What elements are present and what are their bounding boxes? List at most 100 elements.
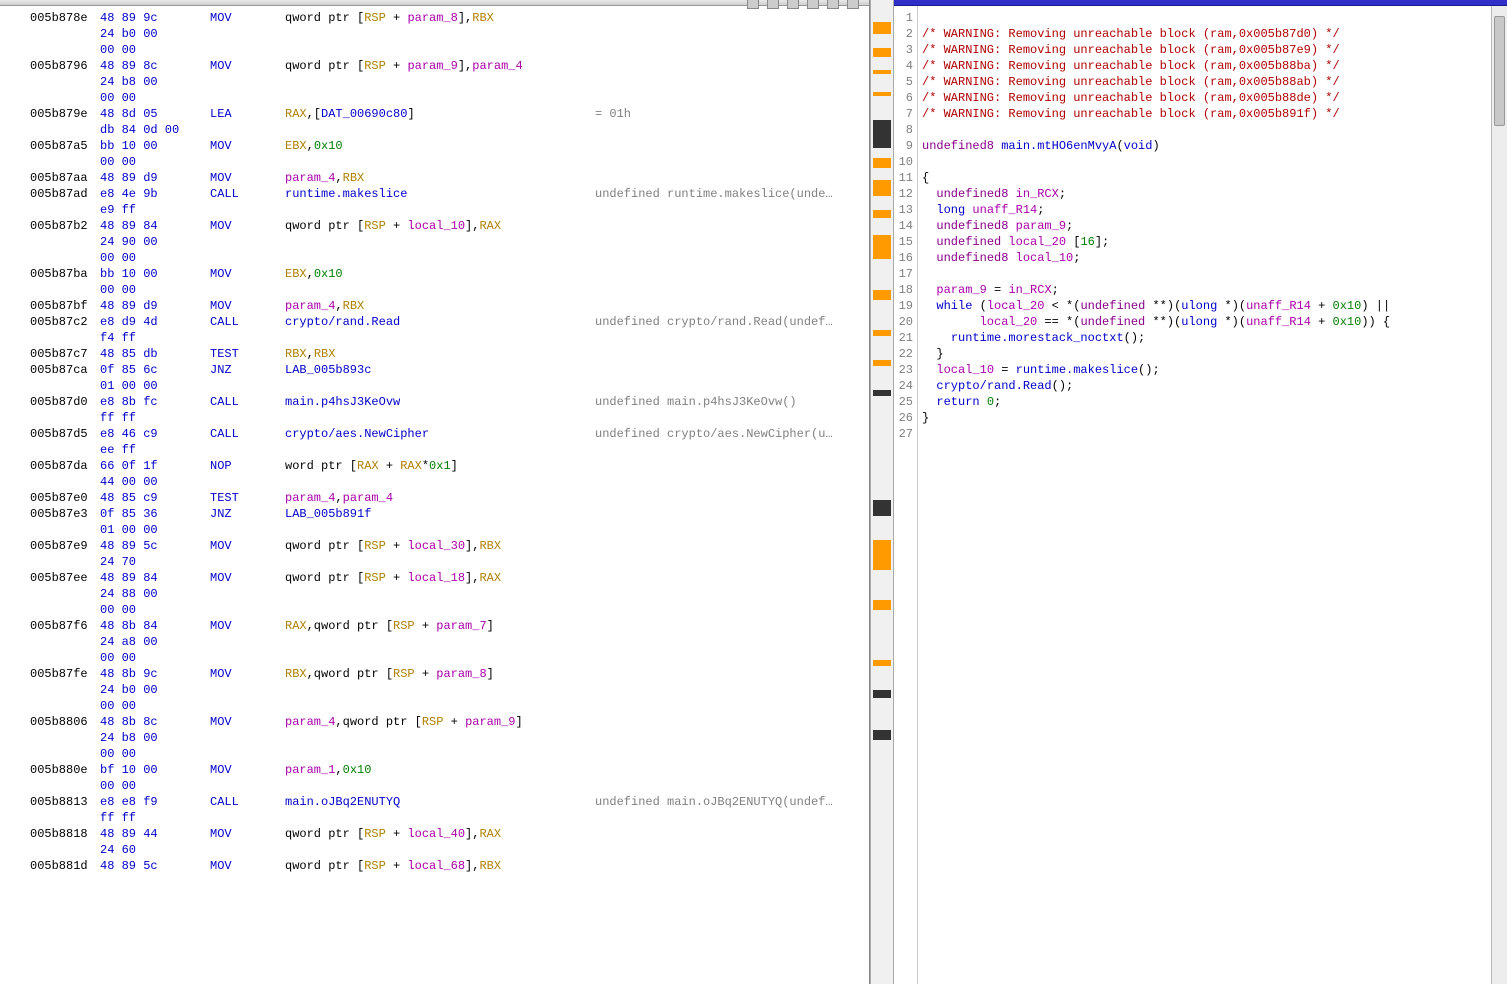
- bytes-continuation[interactable]: db 84 0d 00: [30, 122, 869, 138]
- bytes-continuation[interactable]: 24 b0 00: [30, 26, 869, 42]
- minimap-mark[interactable]: [873, 730, 891, 740]
- code-line[interactable]: }: [922, 410, 1491, 426]
- code-line[interactable]: local_10 = runtime.makeslice();: [922, 362, 1491, 378]
- bytes-continuation[interactable]: 24 a8 00: [30, 634, 869, 650]
- toolbar-icon[interactable]: [807, 0, 819, 9]
- bytes-continuation[interactable]: ee ff: [30, 442, 869, 458]
- bytes-continuation[interactable]: ff ff: [30, 410, 869, 426]
- bytes-continuation[interactable]: 00 00: [30, 746, 869, 762]
- operands[interactable]: qword ptr [RSP + local_30],RBX: [285, 538, 595, 554]
- toolbar-icon[interactable]: [827, 0, 839, 9]
- bytes-continuation[interactable]: 24 60: [30, 842, 869, 858]
- code-line[interactable]: }: [922, 346, 1491, 362]
- bytes-continuation[interactable]: 01 00 00: [30, 378, 869, 394]
- operands[interactable]: RAX,[DAT_00690c80]: [285, 106, 595, 122]
- operands[interactable]: crypto/rand.Read: [285, 314, 595, 330]
- scrollbar-thumb[interactable]: [1494, 16, 1505, 126]
- decompiler-panel[interactable]: 1234567891011121314151617181920212223242…: [894, 0, 1507, 984]
- code-line[interactable]: [922, 10, 1491, 26]
- vertical-scrollbar[interactable]: [1491, 6, 1507, 984]
- instruction-row[interactable]: 005b878e48 89 9cMOVqword ptr [RSP + para…: [30, 10, 869, 26]
- operands[interactable]: param_4,RBX: [285, 298, 595, 314]
- instruction-row[interactable]: 005b87aa48 89 d9MOVparam_4,RBX: [30, 170, 869, 186]
- code-line[interactable]: /* WARNING: Removing unreachable block (…: [922, 26, 1491, 42]
- instruction-row[interactable]: 005b87babb 10 00MOVEBX,0x10: [30, 266, 869, 282]
- bytes-continuation[interactable]: 00 00: [30, 42, 869, 58]
- instruction-row[interactable]: 005b87e30f 85 36JNZLAB_005b891f: [30, 506, 869, 522]
- instruction-row[interactable]: 005b880ebf 10 00MOVparam_1,0x10: [30, 762, 869, 778]
- operands[interactable]: main.p4hsJ3KeOvw: [285, 394, 595, 410]
- instruction-row[interactable]: 005b87f648 8b 84MOVRAX,qword ptr [RSP + …: [30, 618, 869, 634]
- code-line[interactable]: [922, 122, 1491, 138]
- instruction-row[interactable]: 005b87ade8 4e 9bCALLruntime.makesliceund…: [30, 186, 869, 202]
- code-line[interactable]: crypto/rand.Read();: [922, 378, 1491, 394]
- minimap-mark[interactable]: [873, 360, 891, 366]
- bytes-continuation[interactable]: 24 88 00: [30, 586, 869, 602]
- code-line[interactable]: param_9 = in_RCX;: [922, 282, 1491, 298]
- bytes-continuation[interactable]: 00 00: [30, 778, 869, 794]
- instruction-row[interactable]: 005b881848 89 44MOVqword ptr [RSP + loca…: [30, 826, 869, 842]
- code-line[interactable]: undefined8 main.mtHO6enMvyA(void): [922, 138, 1491, 154]
- code-line[interactable]: undefined8 in_RCX;: [922, 186, 1491, 202]
- operands[interactable]: qword ptr [RSP + local_10],RAX: [285, 218, 595, 234]
- minimap-mark[interactable]: [873, 210, 891, 218]
- code-line[interactable]: return 0;: [922, 394, 1491, 410]
- minimap-mark[interactable]: [873, 390, 891, 396]
- minimap-mark[interactable]: [873, 690, 891, 698]
- instruction-row[interactable]: 005b881d48 89 5cMOVqword ptr [RSP + loca…: [30, 858, 869, 874]
- operands[interactable]: LAB_005b893c: [285, 362, 595, 378]
- code-line[interactable]: {: [922, 170, 1491, 186]
- instruction-row[interactable]: 005b87fe48 8b 9cMOVRBX,qword ptr [RSP + …: [30, 666, 869, 682]
- bytes-continuation[interactable]: 00 00: [30, 250, 869, 266]
- operands[interactable]: LAB_005b891f: [285, 506, 595, 522]
- bytes-continuation[interactable]: 00 00: [30, 650, 869, 666]
- bytes-continuation[interactable]: 00 00: [30, 698, 869, 714]
- code-line[interactable]: local_20 == *(undefined **)(ulong *)(una…: [922, 314, 1491, 330]
- minimap-mark[interactable]: [873, 70, 891, 74]
- operands[interactable]: param_4,RBX: [285, 170, 595, 186]
- bytes-continuation[interactable]: e9 ff: [30, 202, 869, 218]
- toolbar-icon[interactable]: [767, 0, 779, 9]
- instruction-row[interactable]: 005b87c748 85 dbTESTRBX,RBX: [30, 346, 869, 362]
- minimap-mark[interactable]: [873, 660, 891, 666]
- disassembly-panel[interactable]: 005b878e48 89 9cMOVqword ptr [RSP + para…: [0, 0, 870, 984]
- bytes-continuation[interactable]: 24 70: [30, 554, 869, 570]
- instruction-row[interactable]: 005b87b248 89 84MOVqword ptr [RSP + loca…: [30, 218, 869, 234]
- operands[interactable]: param_4,qword ptr [RSP + param_9]: [285, 714, 595, 730]
- instruction-row[interactable]: 005b87c2e8 d9 4dCALLcrypto/rand.Readunde…: [30, 314, 869, 330]
- bytes-continuation[interactable]: f4 ff: [30, 330, 869, 346]
- operands[interactable]: RAX,qword ptr [RSP + param_7]: [285, 618, 595, 634]
- operands[interactable]: RBX,qword ptr [RSP + param_8]: [285, 666, 595, 682]
- code-line[interactable]: /* WARNING: Removing unreachable block (…: [922, 42, 1491, 58]
- instruction-row[interactable]: 005b880648 8b 8cMOVparam_4,qword ptr [RS…: [30, 714, 869, 730]
- toolbar-icon[interactable]: [747, 0, 759, 9]
- code-line[interactable]: undefined local_20 [16];: [922, 234, 1491, 250]
- instruction-row[interactable]: 005b87a5bb 10 00MOVEBX,0x10: [30, 138, 869, 154]
- instruction-row[interactable]: 005b87bf48 89 d9MOVparam_4,RBX: [30, 298, 869, 314]
- code-line[interactable]: [922, 266, 1491, 282]
- minimap-mark[interactable]: [873, 235, 891, 259]
- code-line[interactable]: /* WARNING: Removing unreachable block (…: [922, 74, 1491, 90]
- operands[interactable]: RBX,RBX: [285, 346, 595, 362]
- operands[interactable]: param_1,0x10: [285, 762, 595, 778]
- minimap-mark[interactable]: [873, 92, 891, 96]
- toolbar-icon[interactable]: [847, 0, 859, 9]
- minimap-mark[interactable]: [873, 330, 891, 336]
- code-line[interactable]: /* WARNING: Removing unreachable block (…: [922, 90, 1491, 106]
- operands[interactable]: qword ptr [RSP + param_8],RBX: [285, 10, 595, 26]
- instruction-row[interactable]: 005b879e48 8d 05LEARAX,[DAT_00690c80]= 0…: [30, 106, 869, 122]
- minimap-mark[interactable]: [873, 158, 891, 168]
- overview-minimap[interactable]: [870, 0, 894, 984]
- code-line[interactable]: long unaff_R14;: [922, 202, 1491, 218]
- operands[interactable]: runtime.makeslice: [285, 186, 595, 202]
- decompiled-code[interactable]: /* WARNING: Removing unreachable block (…: [918, 6, 1491, 984]
- bytes-continuation[interactable]: 24 90 00: [30, 234, 869, 250]
- instruction-row[interactable]: 005b87da66 0f 1fNOPword ptr [RAX + RAX*0…: [30, 458, 869, 474]
- minimap-mark[interactable]: [873, 500, 891, 516]
- bytes-continuation[interactable]: 01 00 00: [30, 522, 869, 538]
- instruction-row[interactable]: 005b87d0e8 8b fcCALLmain.p4hsJ3KeOvwunde…: [30, 394, 869, 410]
- minimap-mark[interactable]: [873, 290, 891, 300]
- code-line[interactable]: while (local_20 < *(undefined **)(ulong …: [922, 298, 1491, 314]
- bytes-continuation[interactable]: 24 b8 00: [30, 74, 869, 90]
- instruction-row[interactable]: 005b879648 89 8cMOVqword ptr [RSP + para…: [30, 58, 869, 74]
